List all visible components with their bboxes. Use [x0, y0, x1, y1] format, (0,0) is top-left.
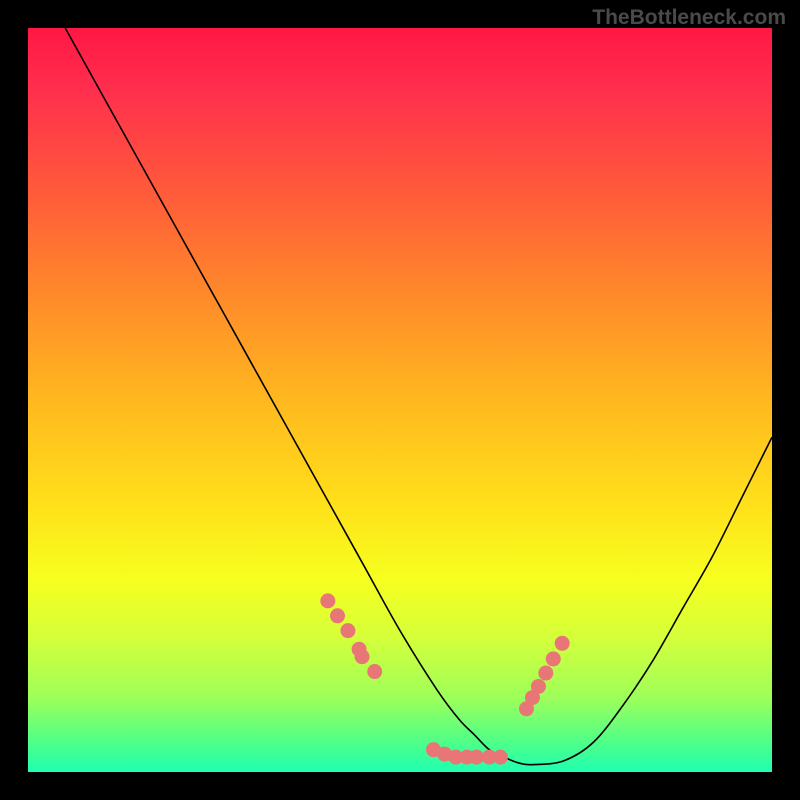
highlight-dot	[538, 666, 553, 681]
highlight-dot	[340, 623, 355, 638]
highlight-dot	[531, 679, 546, 694]
plot-area	[28, 28, 772, 772]
highlight-dot	[555, 636, 570, 651]
watermark-text: TheBottleneck.com	[592, 6, 786, 30]
bottleneck-curve	[65, 28, 772, 765]
highlight-dots	[320, 593, 569, 764]
highlight-dot	[320, 593, 335, 608]
chart-svg	[28, 28, 772, 772]
highlight-dot	[355, 649, 370, 664]
highlight-dot	[367, 664, 382, 679]
highlight-dot	[330, 608, 345, 623]
highlight-dot	[493, 750, 508, 765]
highlight-dot	[546, 651, 561, 666]
